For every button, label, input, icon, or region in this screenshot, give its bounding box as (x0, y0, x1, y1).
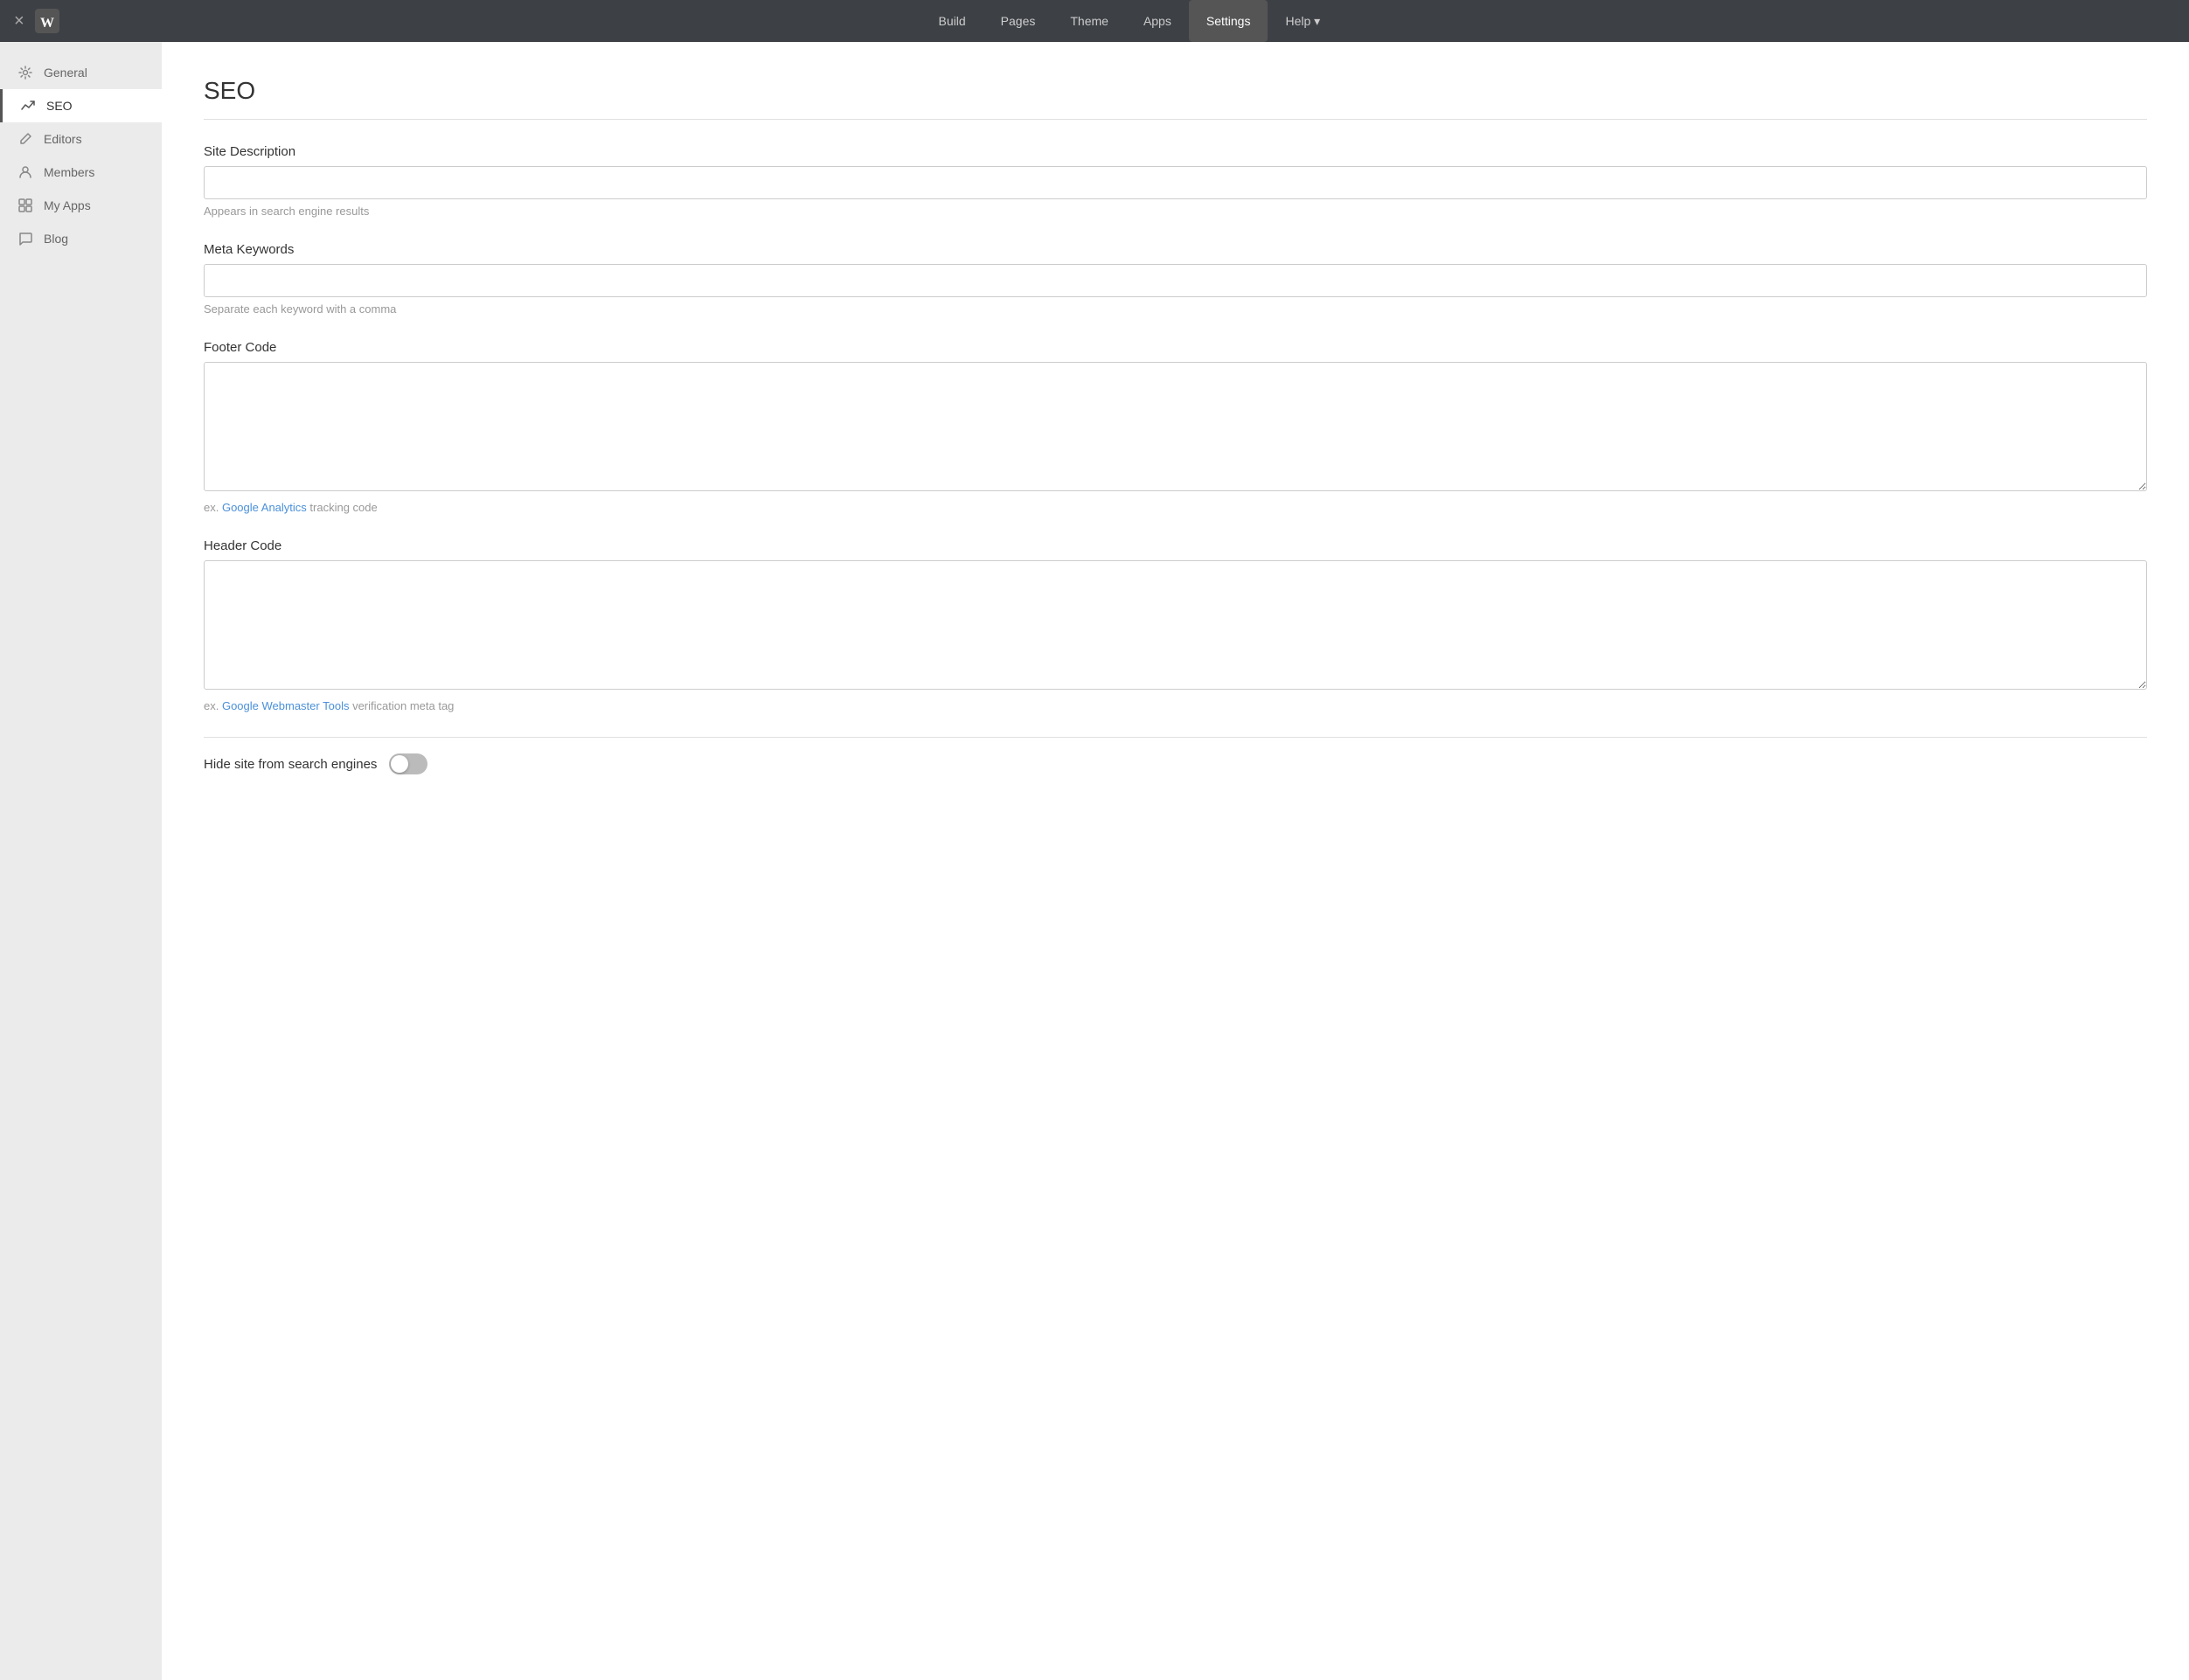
sidebar-item-blog[interactable]: Blog (0, 222, 162, 255)
sidebar-item-members[interactable]: Members (0, 156, 162, 189)
header-hint-prefix: ex. (204, 699, 222, 712)
footer-hint-suffix: tracking code (307, 501, 378, 514)
layout: General SEO Editors (0, 42, 2189, 1680)
pencil-icon (17, 131, 33, 147)
sidebar-label-blog: Blog (44, 232, 68, 246)
footer-code-label: Footer Code (204, 340, 2147, 355)
meta-keywords-group: Meta Keywords Separate each keyword with… (204, 242, 2147, 316)
meta-keywords-hint: Separate each keyword with a comma (204, 302, 2147, 316)
person-icon (17, 164, 33, 180)
gear-icon (17, 65, 33, 80)
grid-icon (17, 198, 33, 213)
site-description-input[interactable] (204, 166, 2147, 199)
footer-code-input[interactable] (204, 362, 2147, 491)
svg-text:W: W (40, 16, 54, 31)
hide-from-search-label: Hide site from search engines (204, 757, 377, 772)
page-title: SEO (204, 77, 2147, 105)
footer-code-hint: ex. Google Analytics tracking code (204, 501, 2147, 514)
nav-settings[interactable]: Settings (1189, 0, 1268, 42)
header-hint-suffix: verification meta tag (349, 699, 454, 712)
site-description-group: Site Description Appears in search engin… (204, 144, 2147, 218)
sidebar-item-seo[interactable]: SEO (0, 89, 162, 122)
google-webmaster-link[interactable]: Google Webmaster Tools (222, 699, 349, 712)
sidebar-label-seo: SEO (46, 99, 73, 113)
meta-keywords-input[interactable] (204, 264, 2147, 297)
nav-theme[interactable]: Theme (1053, 0, 1126, 42)
main-content: SEO Site Description Appears in search e… (162, 42, 2189, 1680)
sidebar-label-general: General (44, 66, 87, 80)
logo: W (35, 9, 59, 33)
site-description-hint: Appears in search engine results (204, 205, 2147, 218)
nav-build[interactable]: Build (921, 0, 983, 42)
sidebar-label-editors: Editors (44, 132, 82, 146)
topnav: × W Build Pages Theme Apps Settings Help… (0, 0, 2189, 42)
site-description-label: Site Description (204, 144, 2147, 159)
sidebar-label-my-apps: My Apps (44, 198, 91, 212)
title-divider (204, 119, 2147, 120)
trend-icon (20, 98, 36, 114)
nav-apps[interactable]: Apps (1126, 0, 1189, 42)
google-analytics-link[interactable]: Google Analytics (222, 501, 307, 514)
hide-from-search-toggle[interactable] (389, 753, 427, 774)
toggle-knob (391, 755, 408, 773)
nav-help[interactable]: Help ▾ (1268, 0, 1338, 42)
header-code-hint: ex. Google Webmaster Tools verification … (204, 699, 2147, 712)
comment-icon (17, 231, 33, 246)
sidebar-item-editors[interactable]: Editors (0, 122, 162, 156)
sidebar-item-general[interactable]: General (0, 56, 162, 89)
sidebar: General SEO Editors (0, 42, 162, 1680)
footer-hint-prefix: ex. (204, 501, 222, 514)
meta-keywords-label: Meta Keywords (204, 242, 2147, 257)
nav-pages[interactable]: Pages (983, 0, 1053, 42)
header-code-group: Header Code ex. Google Webmaster Tools v… (204, 538, 2147, 712)
sidebar-item-my-apps[interactable]: My Apps (0, 189, 162, 222)
close-button[interactable]: × (14, 12, 24, 30)
header-code-input[interactable] (204, 560, 2147, 690)
sidebar-label-members: Members (44, 165, 94, 179)
footer-code-group: Footer Code ex. Google Analytics trackin… (204, 340, 2147, 514)
header-code-label: Header Code (204, 538, 2147, 553)
topnav-links: Build Pages Theme Apps Settings Help ▾ (84, 0, 2175, 42)
hide-from-search-row: Hide site from search engines (204, 737, 2147, 790)
